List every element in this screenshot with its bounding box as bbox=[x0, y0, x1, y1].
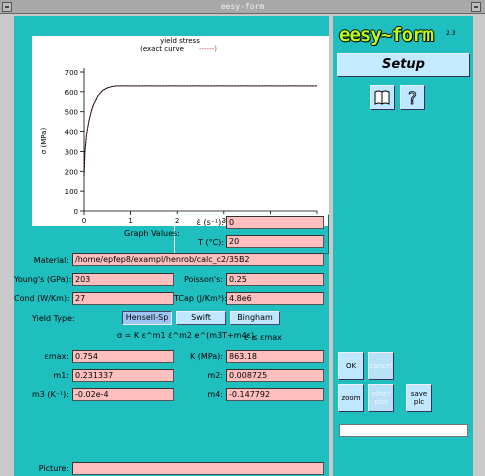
material-label: Material: bbox=[33, 256, 69, 265]
exact-curve-line bbox=[83, 85, 317, 178]
picture-field[interactable] bbox=[72, 462, 324, 475]
yield-condition: ε ≤ εmax bbox=[244, 333, 282, 342]
book-icon bbox=[374, 90, 390, 105]
y-tick-label: 700 bbox=[65, 69, 78, 77]
help-button[interactable]: ? bbox=[400, 85, 425, 110]
legend-sample: ------) bbox=[199, 45, 217, 53]
k-field[interactable]: 863.18 bbox=[226, 350, 324, 363]
m2-label: m2: bbox=[207, 371, 223, 380]
chart-subtitle: (exact curve bbox=[140, 45, 184, 53]
m1-field[interactable]: 0.231337 bbox=[72, 369, 174, 382]
k-label: K (MPa): bbox=[190, 352, 223, 361]
m3-label: m3 (K⁻¹): bbox=[31, 390, 69, 399]
y-tick-label: 300 bbox=[65, 148, 78, 156]
m4-field[interactable]: -0.147792 bbox=[226, 388, 324, 401]
swift-button[interactable]: Swift bbox=[176, 311, 226, 325]
save-plc-button[interactable]: save plc bbox=[406, 384, 432, 412]
y-tick-label: 200 bbox=[65, 168, 78, 176]
material-field[interactable]: /home/epfep8/exampl/henrob/calc_c2/35B2 bbox=[72, 253, 324, 266]
zoom-button[interactable]: zoom bbox=[338, 384, 364, 412]
svg-text:?: ? bbox=[408, 89, 417, 109]
poisson-label: Poisson's: bbox=[183, 275, 223, 284]
y-tick-label: 100 bbox=[65, 188, 78, 196]
other-plot-button[interactable]: other plot bbox=[368, 384, 394, 412]
y-tick-label: 0 bbox=[74, 208, 78, 216]
temperature-label: T (°C): bbox=[198, 238, 224, 247]
chart-svg: 0100200300400500600700012345yield stress… bbox=[40, 37, 319, 235]
y-tick-label: 400 bbox=[65, 129, 78, 137]
series-line bbox=[83, 85, 317, 178]
cancel-button[interactable]: cancel bbox=[368, 352, 394, 380]
question-icon: ? bbox=[408, 89, 418, 110]
window-minimize-button[interactable] bbox=[471, 2, 481, 12]
m3-field[interactable]: -0.02e-4 bbox=[72, 388, 174, 401]
m2-field[interactable]: 0.008725 bbox=[226, 369, 324, 382]
bingham-button[interactable]: Bingham bbox=[230, 311, 280, 325]
picture-label: Picture: bbox=[38, 464, 69, 473]
y-axis-label: σ (MPa) bbox=[40, 128, 48, 155]
sidebar: eesy~form 2.3 Setup ? OK cancel zoom oth… bbox=[333, 16, 473, 476]
ok-button[interactable]: OK bbox=[338, 352, 364, 380]
youngs-label: Young's (GPa): bbox=[14, 275, 72, 284]
emax-field[interactable]: 0.754 bbox=[72, 350, 174, 363]
y-tick-label: 500 bbox=[65, 109, 78, 117]
main-panel: 0100200300400500600700012345yield stress… bbox=[14, 16, 329, 476]
poisson-field[interactable]: 0.25 bbox=[226, 273, 324, 286]
status-field bbox=[339, 424, 468, 437]
app-version: 2.3 bbox=[446, 30, 456, 37]
tcap-field[interactable]: 4.8e6 bbox=[226, 292, 324, 305]
cond-label: Cond (W/Km): bbox=[14, 294, 70, 303]
x-tick-label: 0 bbox=[82, 217, 86, 225]
emax-label: εmax: bbox=[44, 352, 69, 361]
manual-button[interactable] bbox=[370, 85, 395, 110]
x-tick-label: 1 bbox=[128, 217, 132, 225]
yield-stress-chart: 0100200300400500600700012345yield stress… bbox=[32, 36, 329, 235]
app-logo: eesy~form bbox=[339, 24, 434, 46]
cond-field[interactable]: 27 bbox=[72, 292, 174, 305]
tcap-label: TCap (J/Km³): bbox=[174, 294, 227, 303]
m4-label: m4: bbox=[207, 390, 223, 399]
setup-button[interactable]: Setup bbox=[337, 53, 470, 77]
hensell-sp-button[interactable]: Hensell-Sp bbox=[122, 311, 172, 325]
yield-type-label: Yield Type: bbox=[32, 314, 75, 323]
chart-title: yield stress bbox=[160, 37, 200, 45]
graph-values-label: Graph Values: bbox=[124, 229, 180, 238]
strain-rate-label: ε̇ (s⁻¹): bbox=[196, 218, 224, 227]
m1-label: m1: bbox=[53, 371, 69, 380]
temperature-field[interactable]: 20 bbox=[226, 235, 324, 248]
yield-formula: σ = K ε^m1 ε̇^m2 e^(m3T+m4ε) bbox=[117, 331, 255, 340]
window-titlebar: eesy-form bbox=[0, 0, 485, 14]
window-title: eesy-form bbox=[220, 2, 265, 11]
youngs-field[interactable]: 203 bbox=[72, 273, 174, 286]
strain-rate-field[interactable]: 0 bbox=[226, 216, 324, 229]
y-tick-label: 600 bbox=[65, 89, 78, 97]
